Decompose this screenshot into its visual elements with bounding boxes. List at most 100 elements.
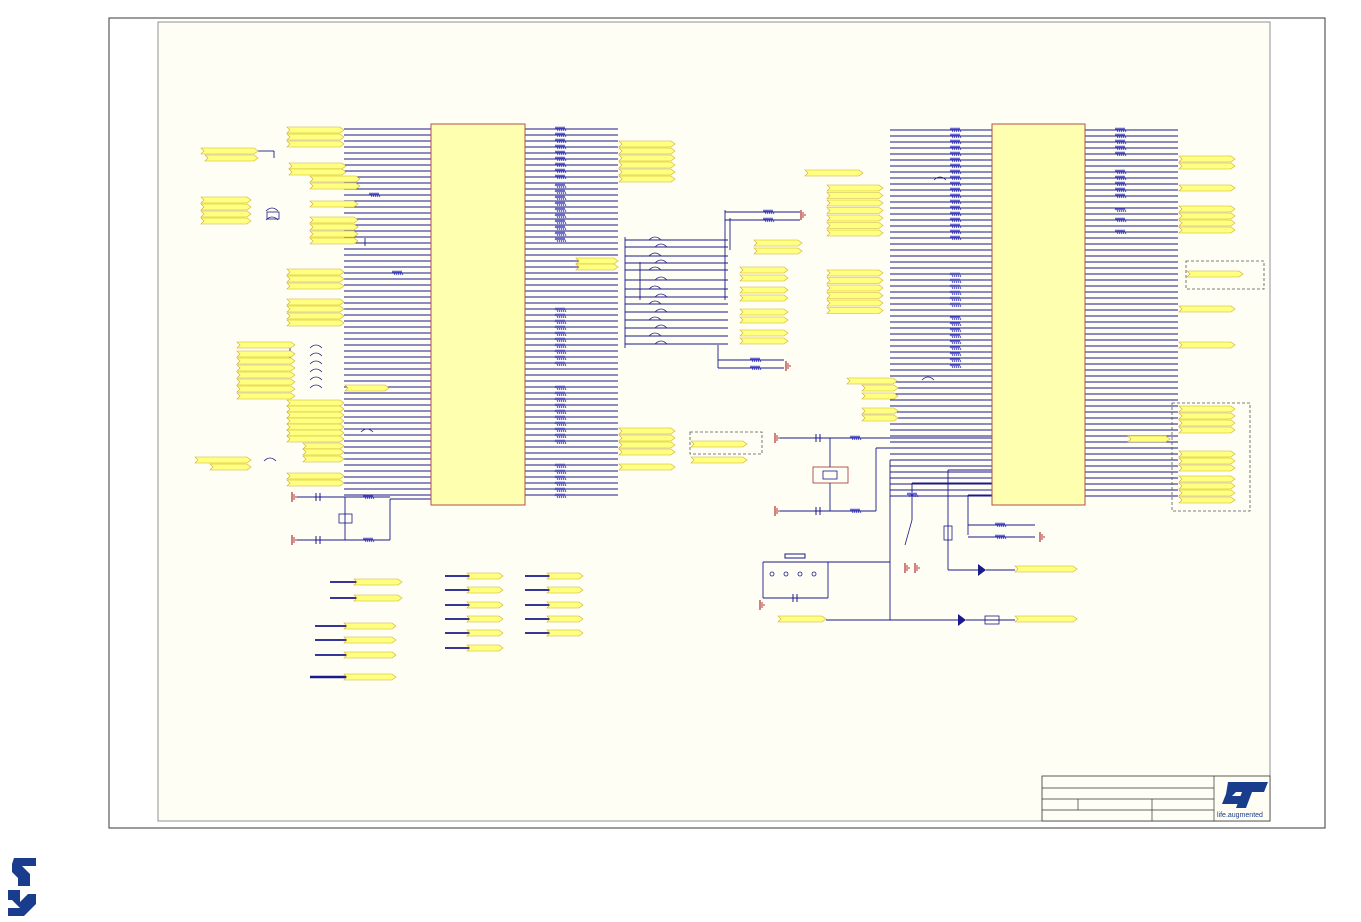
net-label	[200, 196, 252, 204]
net-label	[1178, 450, 1236, 458]
ic-u2-body	[991, 123, 1086, 506]
net-label	[739, 274, 789, 282]
title-block-tagline: life.augmented	[1217, 812, 1263, 819]
net-label	[236, 357, 296, 365]
net-label	[1178, 482, 1236, 490]
net-label	[286, 268, 345, 276]
net-label	[618, 448, 676, 456]
net-label	[309, 216, 359, 224]
net-label	[286, 479, 345, 487]
net-label	[1178, 405, 1236, 413]
net-label	[286, 429, 345, 437]
net-label	[826, 277, 884, 284]
net-label	[466, 572, 504, 580]
net-label	[546, 615, 584, 623]
net-label	[546, 586, 584, 594]
net-label	[846, 377, 898, 385]
net-label	[236, 385, 296, 393]
net-label	[343, 651, 397, 659]
net-label	[826, 184, 884, 192]
net-label	[302, 455, 345, 463]
net-label	[1178, 457, 1236, 465]
net-label	[826, 307, 884, 314]
net-label	[1178, 155, 1236, 163]
net-label	[343, 622, 397, 630]
net-label	[343, 673, 397, 681]
net-label	[236, 341, 296, 349]
net-label	[546, 629, 584, 637]
net-label	[1178, 412, 1236, 420]
net-label	[286, 140, 345, 148]
net-label	[1178, 184, 1236, 192]
net-label	[861, 392, 899, 400]
net-label	[1014, 615, 1078, 623]
net-label	[286, 405, 345, 413]
net-label	[1178, 305, 1236, 313]
net-label	[1178, 419, 1236, 427]
net-label	[286, 133, 345, 141]
net-label	[309, 223, 359, 231]
net-label	[286, 472, 345, 480]
net-label	[618, 147, 676, 155]
net-label	[1178, 205, 1236, 213]
net-label	[343, 636, 397, 644]
net-label	[826, 292, 884, 299]
net-label	[575, 257, 619, 265]
net-label	[236, 392, 296, 400]
net-label	[1178, 226, 1236, 234]
net-label	[466, 586, 504, 594]
net-label	[618, 175, 676, 183]
net-label	[826, 222, 884, 229]
net-label	[826, 207, 884, 214]
net-label	[861, 407, 899, 415]
net-label	[353, 578, 403, 586]
net-label	[546, 601, 584, 609]
net-label	[739, 294, 789, 302]
net-label	[286, 275, 345, 283]
net-label	[804, 169, 864, 177]
net-label	[1178, 496, 1236, 504]
net-label	[618, 140, 676, 148]
net-label	[286, 305, 345, 313]
net-label	[236, 350, 296, 358]
net-label	[1178, 489, 1236, 497]
net-label	[690, 440, 748, 448]
net-label	[466, 629, 504, 637]
net-label	[466, 615, 504, 623]
net-label	[861, 384, 899, 392]
net-label	[777, 615, 827, 623]
net-label	[200, 210, 252, 218]
net-label	[236, 371, 296, 379]
net-label	[618, 161, 676, 169]
net-label	[309, 237, 359, 245]
net-label	[1178, 464, 1236, 472]
net-label	[739, 337, 789, 345]
net-label	[200, 217, 252, 225]
net-label	[826, 192, 884, 199]
net-label	[466, 644, 504, 652]
net-label	[1014, 565, 1078, 573]
net-label	[826, 299, 884, 307]
net-label	[286, 417, 345, 425]
net-label	[690, 456, 748, 464]
net-label	[826, 229, 884, 237]
net-label	[200, 203, 252, 211]
net-label	[286, 435, 345, 443]
net-label	[826, 199, 884, 207]
net-label	[194, 456, 252, 464]
net-label	[861, 414, 899, 422]
net-label	[286, 298, 345, 306]
net-label	[1186, 270, 1244, 278]
net-label	[286, 423, 345, 431]
net-label	[618, 434, 676, 442]
net-label	[826, 269, 884, 277]
ic-u1-body	[430, 123, 526, 506]
net-label	[826, 214, 884, 222]
schematic-sheet: life.augmented	[108, 17, 1326, 829]
net-label	[739, 286, 789, 294]
net-label	[1178, 212, 1236, 220]
net-label	[1178, 219, 1236, 227]
st-logo-icon	[8, 858, 36, 916]
net-label	[204, 154, 259, 162]
net-label	[739, 329, 789, 337]
